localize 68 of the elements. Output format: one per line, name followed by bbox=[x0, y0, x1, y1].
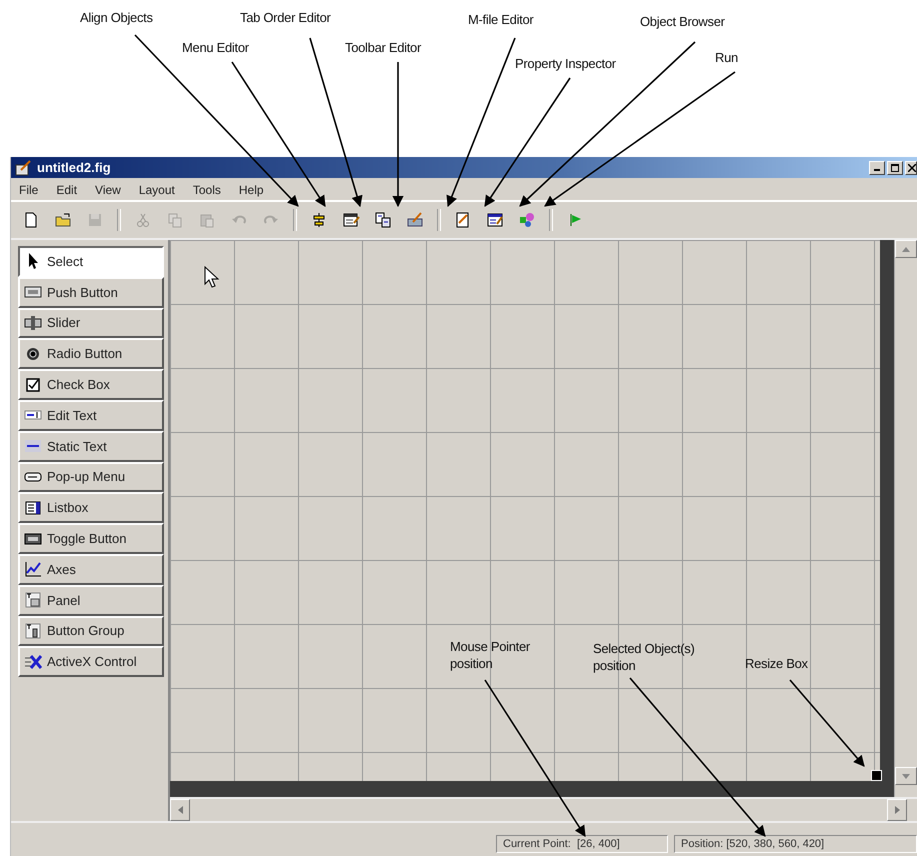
menu-item[interactable]: Tools bbox=[192, 183, 221, 197]
pointer-icon bbox=[204, 266, 220, 288]
activex-icon bbox=[24, 652, 42, 671]
axes-icon bbox=[24, 560, 42, 578]
close-button[interactable] bbox=[905, 160, 917, 174]
callout-label: Run bbox=[715, 50, 738, 65]
folder-icon bbox=[54, 211, 72, 229]
palette-item[interactable]: Radio Button bbox=[18, 338, 164, 370]
palette-item[interactable]: Button Group bbox=[18, 616, 164, 646]
window-pencil-icon bbox=[342, 211, 360, 229]
app-icon bbox=[15, 160, 31, 176]
checkbox-icon bbox=[24, 376, 42, 394]
tab-order-icon bbox=[374, 211, 392, 229]
menu-item[interactable]: View bbox=[95, 183, 121, 197]
position-readout: Position: [520, 380, 560, 420] bbox=[674, 835, 917, 853]
left-arrow-icon bbox=[178, 806, 182, 814]
panel-icon bbox=[24, 591, 42, 610]
down-arrow-icon bbox=[902, 774, 910, 778]
callout-label: Property Inspector bbox=[515, 56, 616, 71]
menu-item[interactable]: Layout bbox=[138, 183, 175, 197]
palette-item[interactable]: Axes bbox=[18, 554, 164, 585]
menu-item[interactable]: Help bbox=[238, 183, 264, 197]
scroll-up-button[interactable] bbox=[895, 240, 917, 258]
callout-label: Menu Editor bbox=[182, 40, 249, 55]
vertical-scrollbar[interactable] bbox=[894, 240, 917, 797]
maximize-icon bbox=[891, 164, 899, 172]
button-group-icon bbox=[24, 622, 42, 640]
palette-item[interactable]: Slider bbox=[18, 308, 164, 338]
copy-icon bbox=[166, 211, 184, 229]
palette-item[interactable]: Edit Text bbox=[18, 400, 164, 431]
callout-label: Mouse Pointer position bbox=[450, 638, 530, 672]
palette-item[interactable]: Pop-up Menu bbox=[18, 462, 164, 492]
list-pencil-icon bbox=[486, 211, 504, 229]
up-arrow-icon bbox=[902, 246, 910, 252]
callout-label: Tab Order Editor bbox=[240, 10, 331, 25]
callout-label: Toolbar Editor bbox=[345, 40, 422, 55]
scroll-right-button[interactable] bbox=[887, 799, 907, 821]
menu-item[interactable]: File bbox=[19, 183, 38, 197]
callout-label: M-file Editor bbox=[468, 12, 534, 27]
close-icon bbox=[908, 164, 916, 172]
scroll-down-button[interactable] bbox=[895, 767, 917, 785]
resize-handle[interactable] bbox=[871, 770, 882, 781]
callout-label: Selected Object(s) position bbox=[593, 640, 695, 674]
menu-item[interactable]: Edit bbox=[56, 183, 78, 197]
minimize-icon bbox=[874, 169, 880, 171]
shapes-icon bbox=[518, 211, 536, 229]
palette-item[interactable]: ActiveX Control bbox=[18, 646, 164, 678]
scissors-icon bbox=[134, 211, 152, 229]
palette-item[interactable]: Panel bbox=[18, 584, 164, 616]
toolbar-pencil-icon bbox=[406, 211, 424, 229]
minimize-button[interactable] bbox=[869, 160, 885, 174]
scroll-left-button[interactable] bbox=[170, 799, 190, 821]
palette-item[interactable]: Listbox bbox=[18, 492, 164, 524]
window-title: untitled2.fig bbox=[37, 160, 111, 175]
right-arrow-icon bbox=[894, 806, 900, 814]
maximize-button[interactable] bbox=[887, 160, 903, 174]
callout-label: Align Objects bbox=[80, 10, 153, 25]
palette-item[interactable]: Push Button bbox=[18, 276, 164, 308]
listbox-icon bbox=[24, 498, 42, 517]
callout-label: Resize Box bbox=[745, 655, 808, 672]
palette-item[interactable]: Check Box bbox=[18, 369, 164, 400]
palette-item[interactable]: Toggle Button bbox=[18, 523, 164, 554]
horizontal-scrollbar[interactable] bbox=[170, 797, 917, 821]
current-point-readout: Current Point: [26, 400] bbox=[496, 835, 668, 853]
slider-icon bbox=[24, 314, 42, 332]
palette-item[interactable]: Static Text bbox=[18, 430, 164, 462]
palette-item[interactable]: Select bbox=[18, 246, 164, 277]
callout-label: Object Browser bbox=[640, 14, 725, 29]
